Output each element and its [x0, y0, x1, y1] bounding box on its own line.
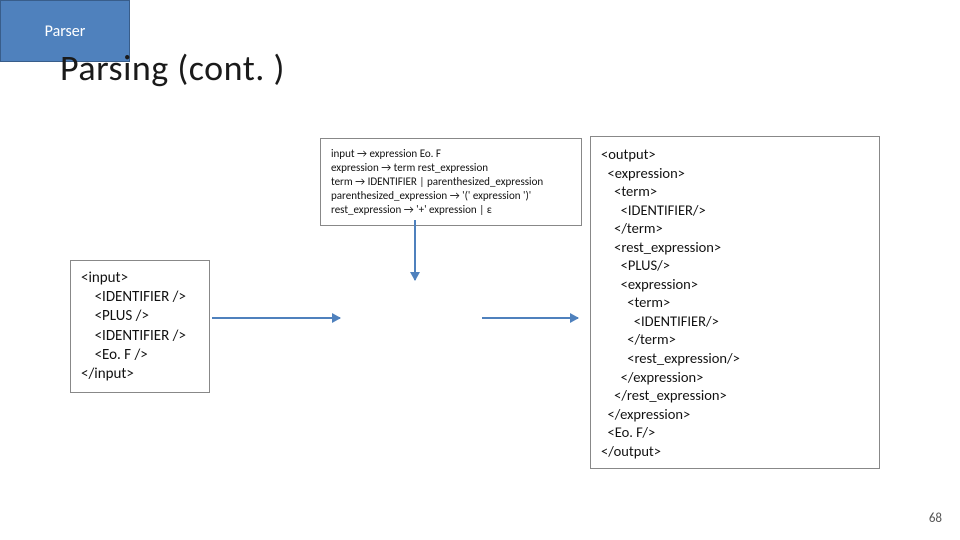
output-tree-box: <output> <expression> <term> <IDENTIFIER…	[590, 136, 880, 469]
arrow-grammar-to-parser	[414, 220, 416, 280]
slide-title: Parsing (cont. )	[60, 46, 285, 90]
arrow-input-to-parser	[212, 317, 340, 319]
grammar-rules-box: input → expression Eo. F expression → te…	[320, 138, 582, 226]
page-number: 68	[929, 511, 942, 526]
parser-label: Parser	[45, 22, 86, 41]
slide: Parsing (cont. ) input → expression Eo. …	[0, 0, 960, 540]
arrow-parser-to-output	[482, 317, 578, 319]
input-tokens-box: <input> <IDENTIFIER /> <PLUS /> <IDENTIF…	[70, 260, 210, 393]
